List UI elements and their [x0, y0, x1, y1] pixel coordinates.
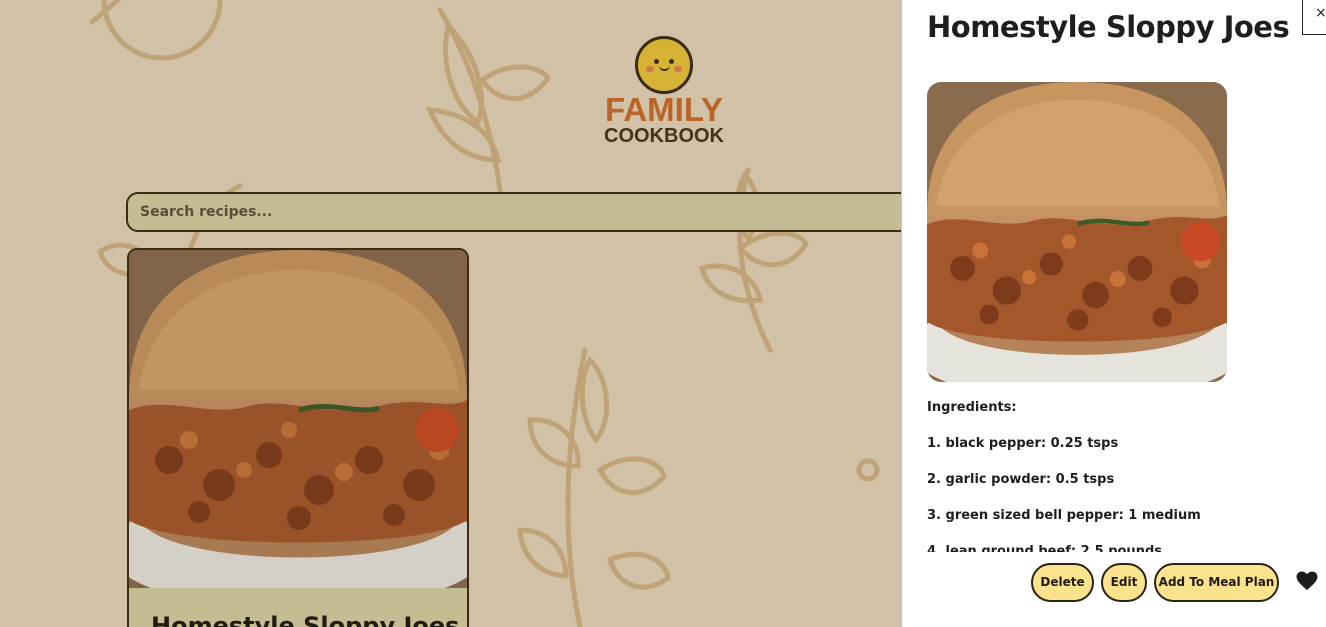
- close-icon: ×: [1315, 5, 1326, 21]
- recipe-detail-title: Homestyle Sloppy Joes: [927, 10, 1290, 44]
- heart-icon[interactable]: [1296, 571, 1318, 591]
- ingredient-item: 1. black pepper: 0.25 tsps: [927, 436, 1119, 451]
- ingredients-list: Ingredients: 1. black pepper: 0.25 tsps …: [927, 392, 1317, 552]
- ingredient-item: 4. lean ground beef: 2.5 pounds: [927, 544, 1162, 552]
- close-button[interactable]: ×: [1302, 0, 1326, 35]
- ingredient-item: 2. garlic powder: 0.5 tsps: [927, 472, 1115, 487]
- ingredient-item: 3. green sized bell pepper: 1 medium: [927, 508, 1201, 523]
- add-to-meal-plan-button[interactable]: Add To Meal Plan: [1154, 563, 1279, 602]
- delete-button[interactable]: Delete: [1031, 563, 1094, 602]
- ingredients-heading: Ingredients:: [927, 400, 1017, 415]
- recipe-detail-panel: Homestyle Sloppy Joes × Ingredients: 1. …: [901, 0, 1326, 627]
- recipe-detail-image: [927, 82, 1227, 382]
- edit-button[interactable]: Edit: [1101, 563, 1147, 602]
